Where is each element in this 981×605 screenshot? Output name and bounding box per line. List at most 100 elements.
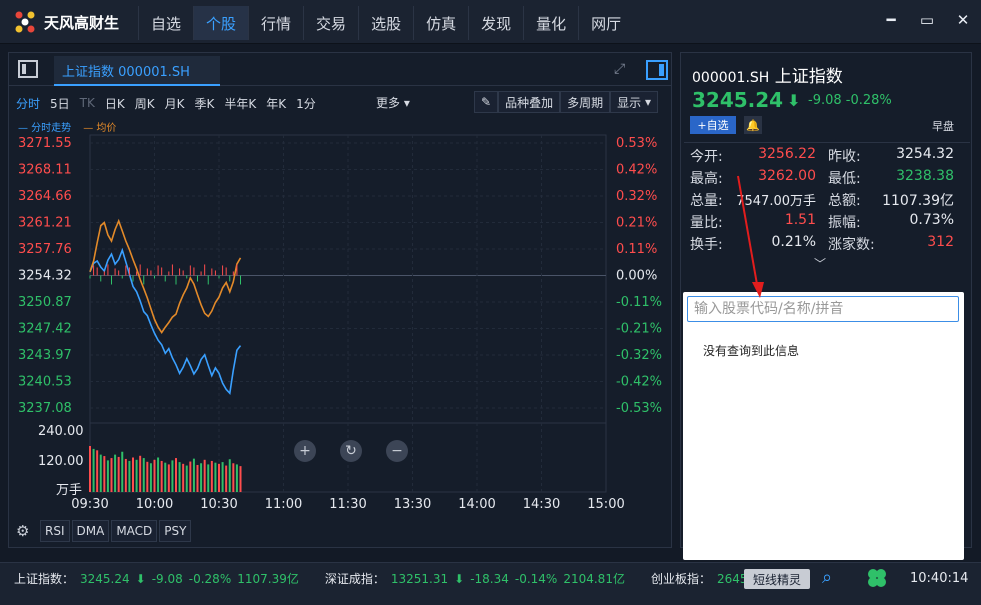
more-periods-dropdown[interactable]: 更多 ▾ xyxy=(376,94,410,111)
status-bar: 上证指数： 3245.24 ⬇ -9.08 -0.28% 1107.39亿 深证… xyxy=(0,562,981,605)
period-tab[interactable]: 5日 xyxy=(50,95,70,112)
advancers-value: 312 xyxy=(927,234,954,250)
arrow-down-icon: ⬇ xyxy=(454,571,465,586)
shortline-button[interactable]: 短线精灵 xyxy=(744,569,810,589)
chart-tools: ✎ 品种叠加 多周期 显示 ▾ xyxy=(474,91,658,113)
low-label: 最低: xyxy=(828,171,861,187)
chevron-down-icon: ▾ xyxy=(644,95,651,109)
pct-tick-label: -0.21% xyxy=(616,322,662,337)
volume-bar xyxy=(225,465,228,492)
indicator-tab[interactable]: DMA xyxy=(71,520,110,542)
price-tick-label: 3243.97 xyxy=(18,348,72,363)
price-tick-label: 3254.32 xyxy=(18,269,72,284)
volume-bar xyxy=(114,454,117,492)
indicator-bar: ⚙ RSI DMA MACD PSY xyxy=(16,520,193,542)
period-tab[interactable]: 半年K xyxy=(224,95,256,112)
price-tick-label: 3240.53 xyxy=(18,375,72,390)
time-tick-label: 14:00 xyxy=(458,497,495,512)
volume-tick-label: 万手 xyxy=(56,483,82,498)
amplitude-value: 0.73% xyxy=(909,212,954,228)
add-watchlist-button[interactable]: +自选 xyxy=(690,116,736,134)
nav-item[interactable]: 选股 xyxy=(358,6,413,40)
period-tab[interactable]: 年K xyxy=(266,95,286,112)
nav-item[interactable]: 仿真 xyxy=(413,6,468,40)
multi-period-button[interactable]: 多周期 xyxy=(560,91,611,113)
search-icon[interactable]: ⌕ xyxy=(822,567,832,588)
bell-icon[interactable]: 🔔 xyxy=(744,116,762,134)
quote-title: 000001.SH 上证指数 xyxy=(692,62,843,87)
display-dropdown[interactable]: 显示 ▾ xyxy=(610,91,658,113)
pct-tick-label: -0.42% xyxy=(616,375,662,390)
ticker-sh-change: -9.08 xyxy=(151,571,183,586)
last-price: 3245.24 xyxy=(692,88,784,112)
price-change: -9.08 -0.28% xyxy=(808,93,892,108)
volume-bar xyxy=(171,460,174,492)
more-label: 更多 xyxy=(376,96,401,110)
brush-tool-button[interactable]: ✎ xyxy=(474,91,499,113)
volume-bar xyxy=(235,464,238,492)
volume-label: 总量: xyxy=(690,193,723,209)
period-tab[interactable]: 分时 xyxy=(16,95,40,112)
pct-tick-label: 0.00% xyxy=(616,269,657,284)
maximize-icon[interactable]: ▭ xyxy=(917,10,937,30)
nav-item[interactable]: 发现 xyxy=(468,6,523,40)
ticker-sh-value: 3245.24 xyxy=(80,571,130,586)
period-tab[interactable]: 月K xyxy=(165,95,185,112)
pct-tick-label: -0.11% xyxy=(616,295,662,310)
nav-item[interactable]: 网厅 xyxy=(578,6,633,40)
indicator-tab[interactable]: MACD xyxy=(111,520,158,542)
chevron-down-icon[interactable]: ﹀ xyxy=(814,255,826,272)
volume-bar xyxy=(139,455,142,492)
stock-name: 上证指数 xyxy=(774,67,843,87)
volume-bar xyxy=(178,462,181,492)
search-input[interactable] xyxy=(687,296,959,322)
nav-item[interactable]: 自选 xyxy=(138,6,193,40)
indicator-tab[interactable]: PSY xyxy=(159,520,192,542)
period-tab[interactable]: 季K xyxy=(194,95,214,112)
close-icon[interactable]: ✕ xyxy=(953,10,973,30)
volume-bar xyxy=(106,460,109,492)
zoom-out-icon[interactable]: − xyxy=(386,440,408,462)
amount-label: 总额: xyxy=(828,193,861,209)
gear-icon[interactable]: ⚙ xyxy=(16,522,34,540)
reset-icon[interactable]: ↻ xyxy=(340,440,362,462)
volume-bar xyxy=(210,460,213,492)
pct-tick-label: -0.32% xyxy=(616,348,662,363)
overlay-button[interactable]: 品种叠加 xyxy=(498,91,561,113)
clover-icon[interactable] xyxy=(866,567,888,589)
volume-bar xyxy=(103,456,106,492)
pct-tick-label: 0.32% xyxy=(616,189,657,204)
period-tab[interactable]: 1分 xyxy=(296,95,316,112)
ticker-sh-amount: 1107.39亿 xyxy=(237,572,299,586)
time-tick-label: 11:00 xyxy=(265,497,302,512)
zoom-in-icon[interactable]: + xyxy=(294,440,316,462)
open-value: 3256.22 xyxy=(758,146,816,162)
time-tick-label: 09:30 xyxy=(71,497,108,512)
panel-toggle-icon[interactable] xyxy=(646,60,668,80)
nav-item[interactable]: 行情 xyxy=(248,6,303,40)
volume-bar xyxy=(96,450,99,492)
low-value: 3238.38 xyxy=(896,168,954,184)
stats-row: 换手: 0.21% 涨家数: 312 xyxy=(690,234,970,254)
sidebar-toggle-icon[interactable] xyxy=(18,60,38,78)
period-tab[interactable]: 周K xyxy=(135,95,155,112)
index-ticker: 上证指数： 3245.24 ⬇ -9.08 -0.28% 1107.39亿 深证… xyxy=(14,570,759,587)
volume-bar xyxy=(239,466,242,492)
volume-bar xyxy=(128,460,131,492)
period-tab[interactable]: 日K xyxy=(105,95,125,112)
indicator-tab[interactable]: RSI xyxy=(40,520,70,542)
app-brand: 天风高财生 xyxy=(44,13,120,32)
nav-item[interactable]: 量化 xyxy=(523,6,578,40)
zoom-controls: + ↻ − xyxy=(294,440,408,462)
pct-tick-label: 0.21% xyxy=(616,216,657,231)
minimize-icon[interactable]: ━ xyxy=(881,10,901,30)
ticker-sz-label: 深证成指： xyxy=(324,572,385,586)
nav-item[interactable]: 个股 xyxy=(193,6,249,40)
tab-stock[interactable]: 上证指数 000001.SH xyxy=(54,56,220,86)
price-tick-label: 3268.11 xyxy=(18,163,72,178)
volume-bar xyxy=(92,448,95,492)
fullscreen-icon[interactable]: ⤢ xyxy=(614,61,632,79)
open-label: 今开: xyxy=(690,149,723,165)
nav-item[interactable]: 交易 xyxy=(303,6,358,40)
brush-icon: ✎ xyxy=(481,95,492,109)
